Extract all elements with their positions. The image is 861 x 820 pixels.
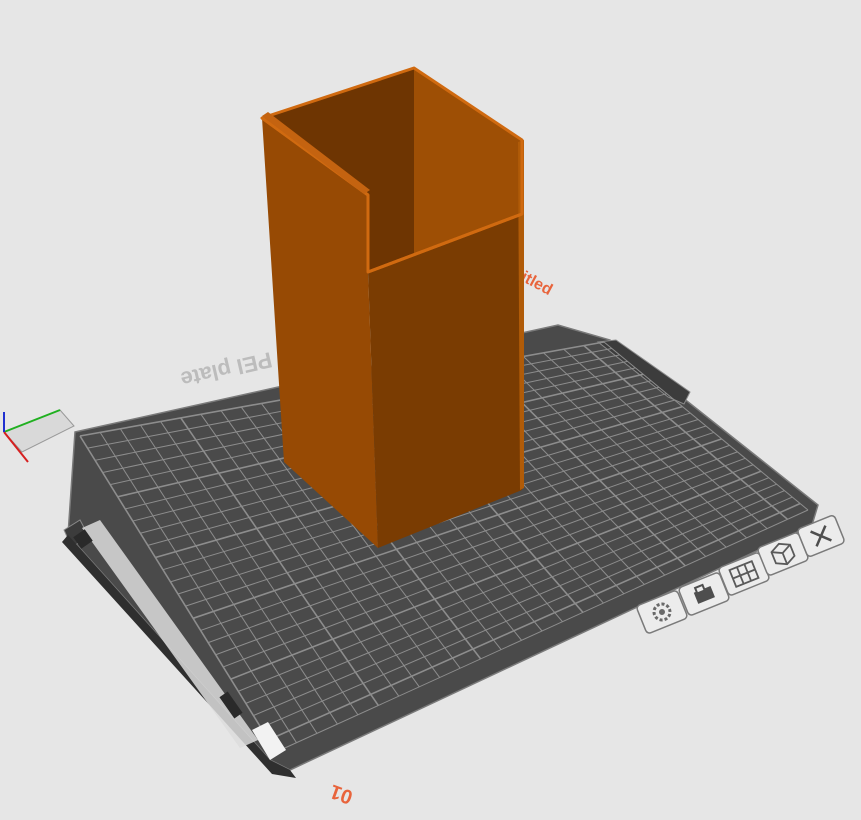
3d-viewport[interactable]: PEI plate 01 itled bbox=[0, 0, 861, 820]
plate-name-label: PEI plate bbox=[178, 347, 274, 392]
plate-number-label: 01 bbox=[327, 780, 355, 808]
model-hollow-box[interactable] bbox=[260, 66, 524, 548]
axis-gizmo bbox=[3, 409, 75, 463]
